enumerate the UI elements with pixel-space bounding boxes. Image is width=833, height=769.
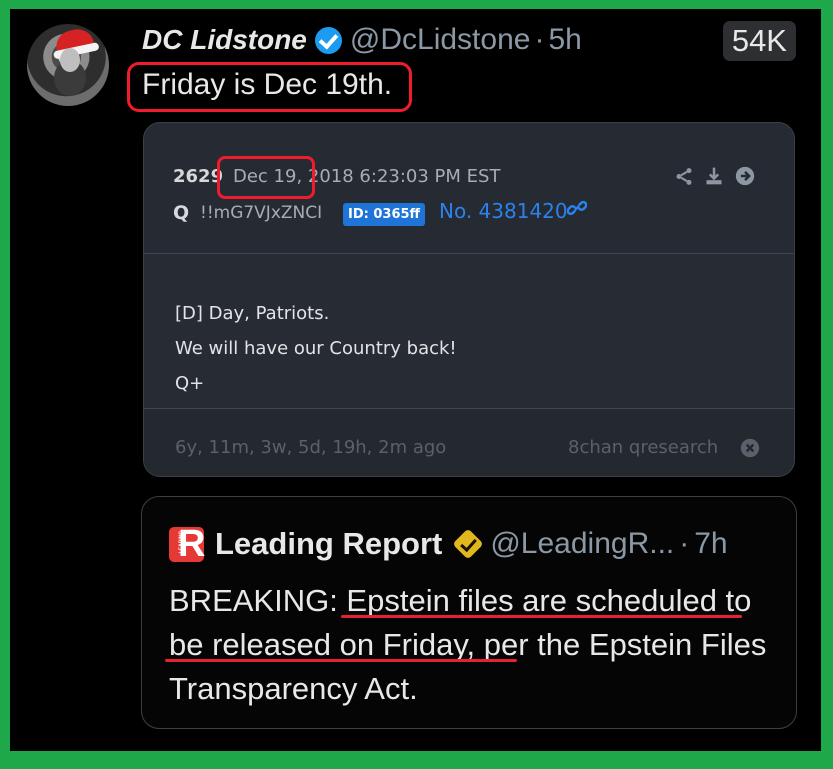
qpost-screenshot-card[interactable]: 2629 Dec 19, 2018 6:23:03 PM EST Q !!mG7… — [143, 122, 795, 477]
share-icon[interactable] — [674, 166, 694, 187]
quoted-tweet-header: LEADING R Leading Report @LeadingR... · … — [169, 525, 728, 563]
message-line: Q+ — [175, 373, 205, 394]
qpost-author-name: Q — [173, 202, 190, 224]
quoted-tweet-card[interactable]: LEADING R Leading Report @LeadingR... · … — [141, 496, 797, 729]
logo-letter: R — [178, 522, 206, 565]
quoted-tweet-age[interactable]: 7h — [694, 527, 727, 561]
qpost-number: 2629 — [173, 166, 224, 187]
red-highlight-box — [127, 62, 412, 112]
red-underline — [165, 659, 517, 662]
leading-report-logo-icon: LEADING R — [169, 522, 206, 565]
arrow-right-circle-icon[interactable] — [735, 166, 755, 186]
tweet-header: DC Lidstone @DcLidstone · 5h — [142, 22, 582, 58]
author-handle[interactable]: @DcLidstone — [350, 23, 531, 57]
separator: · — [534, 23, 545, 56]
person-face — [60, 48, 80, 72]
qpost-message: [D] Day, Patriots. We will have our Coun… — [175, 296, 457, 401]
quoted-author-handle[interactable]: @LeadingR... — [490, 527, 674, 561]
divider — [144, 253, 794, 254]
screenshot-frame: DC Lidstone @DcLidstone · 5h 54K Friday … — [10, 9, 821, 751]
views-count: 54K — [722, 21, 796, 61]
quoted-author-display-name[interactable]: Leading Report — [215, 526, 442, 562]
red-underline — [341, 615, 742, 618]
link-icon[interactable] — [567, 198, 587, 218]
qpost-post-number-link[interactable]: No. 4381420 — [439, 199, 568, 223]
message-line: We will have our Country back! — [175, 338, 457, 359]
gold-verified-badge-icon — [453, 529, 483, 559]
qpost-tripcode: !!mG7VJxZNCI — [200, 203, 323, 223]
tweet-age[interactable]: 5h — [548, 23, 581, 57]
close-icon[interactable] — [740, 438, 760, 458]
quoted-tweet-text: BREAKING: Epstein files are scheduled to… — [169, 583, 767, 706]
download-icon[interactable] — [704, 165, 724, 187]
qpost-id-badge: ID: 0365ff — [343, 203, 426, 226]
qpost-source: 8chan qresearch — [568, 437, 719, 458]
avatar[interactable] — [27, 24, 109, 106]
qpost-relative-age: 6y, 11m, 3w, 5d, 19h, 2m ago — [175, 437, 447, 458]
verified-badge-icon — [314, 26, 342, 54]
separator: · — [679, 527, 690, 560]
date-highlight-box — [217, 156, 315, 199]
author-display-name[interactable]: DC Lidstone — [142, 24, 307, 56]
message-line: [D] Day, Patriots. — [175, 303, 330, 324]
